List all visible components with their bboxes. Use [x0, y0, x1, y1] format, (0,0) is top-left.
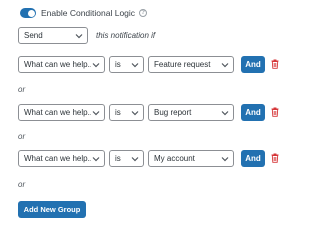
chevron-down-icon [220, 108, 230, 118]
and-button[interactable]: And [241, 56, 265, 73]
rule-value-text: Bug report [154, 108, 192, 117]
rule-field-select[interactable]: What can we help... [18, 104, 105, 121]
conditional-logic-toggle-row: Enable Conditional Logic ? [20, 7, 148, 19]
rule-operator-select[interactable]: is [109, 104, 144, 121]
or-separator: or [18, 85, 26, 94]
rule-field-select[interactable]: What can we help... [18, 150, 105, 167]
rule-operator-select[interactable]: is [109, 56, 144, 73]
conditional-logic-label: Enable Conditional Logic [41, 8, 136, 18]
or-separator: or [18, 180, 26, 189]
rule-operator-value: is [115, 154, 121, 163]
add-new-group-button[interactable]: Add New Group [18, 201, 86, 218]
chevron-down-icon [130, 60, 140, 70]
trash-icon[interactable] [271, 59, 279, 69]
chevron-down-icon [91, 60, 101, 70]
rule-operator-value: is [115, 60, 121, 69]
help-icon[interactable]: ? [139, 9, 148, 17]
trash-icon[interactable] [271, 107, 279, 117]
chevron-down-icon [91, 154, 101, 164]
or-separator: or [18, 132, 26, 141]
rule-operator-select[interactable]: is [109, 150, 144, 167]
trash-icon[interactable] [271, 153, 279, 163]
chevron-down-icon [130, 108, 140, 118]
rule-field-value: What can we help... [24, 108, 91, 117]
rule-value-select[interactable]: Bug report [148, 104, 234, 121]
rule-value-select[interactable]: Feature request [148, 56, 234, 73]
conditional-logic-toggle[interactable] [20, 8, 36, 18]
rule-value-text: My account [154, 154, 195, 163]
and-button[interactable]: And [241, 104, 265, 121]
action-suffix-text: this notification if [96, 31, 156, 40]
rule-field-value: What can we help... [24, 154, 91, 163]
chevron-down-icon [220, 154, 230, 164]
chevron-down-icon [91, 108, 101, 118]
rule-value-text: Feature request [154, 60, 211, 69]
rule-field-value: What can we help... [24, 60, 91, 69]
chevron-down-icon [220, 60, 230, 70]
rule-field-select[interactable]: What can we help... [18, 56, 105, 73]
rule-operator-value: is [115, 108, 121, 117]
and-button[interactable]: And [241, 150, 265, 167]
toggle-knob [27, 9, 35, 17]
action-select[interactable]: Send [18, 27, 88, 44]
chevron-down-icon [130, 154, 140, 164]
action-select-value: Send [24, 31, 43, 40]
rule-value-select[interactable]: My account [148, 150, 234, 167]
chevron-down-icon [74, 31, 84, 41]
